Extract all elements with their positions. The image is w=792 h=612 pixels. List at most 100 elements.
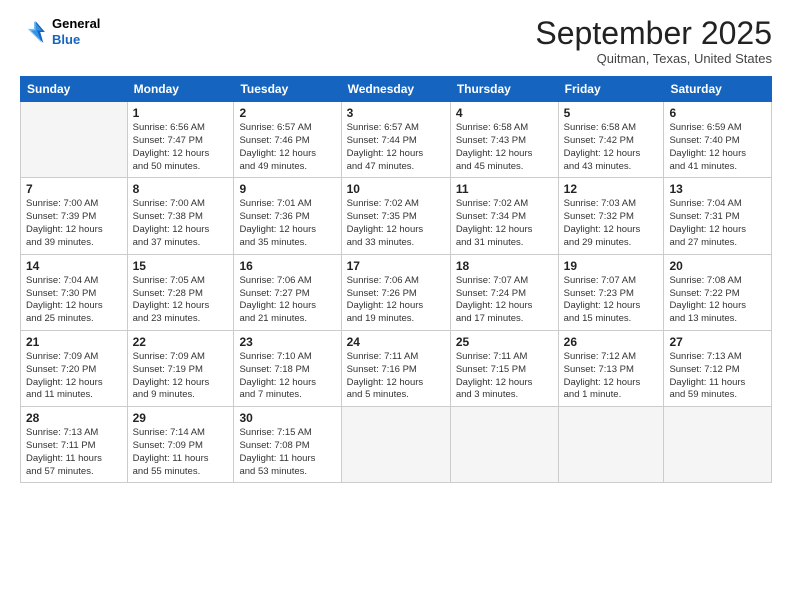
- header-monday: Monday: [127, 77, 234, 102]
- day-number: 7: [26, 182, 122, 196]
- day-number: 13: [669, 182, 766, 196]
- day-info: Sunrise: 7:08 AMSunset: 7:22 PMDaylight:…: [669, 275, 766, 326]
- table-row: 22 Sunrise: 7:09 AMSunset: 7:19 PMDayligh…: [127, 330, 234, 406]
- day-number: 27: [669, 335, 766, 349]
- table-row: 11 Sunrise: 7:02 AMSunset: 7:34 PMDayligh…: [450, 178, 558, 254]
- table-row: 17Sunrise: 7:06 AMSunset: 7:26 PMDayligh…: [341, 254, 450, 330]
- day-number: 28: [26, 411, 122, 425]
- table-row: 7Sunrise: 7:00 AMSunset: 7:39 PMDaylight…: [21, 178, 128, 254]
- day-info: Sunrise: 7:00 AMSunset: 7:38 PMDaylight:…: [133, 198, 229, 249]
- day-number: 1: [133, 106, 229, 120]
- day-number: 17: [347, 259, 445, 273]
- table-row: 8Sunrise: 7:00 AMSunset: 7:38 PMDaylight…: [127, 178, 234, 254]
- header-saturday: Saturday: [664, 77, 772, 102]
- table-row: 15Sunrise: 7:05 AMSunset: 7:28 PMDayligh…: [127, 254, 234, 330]
- day-info: Sunrise: 7:10 AMSunset: 7:18 PMDaylight:…: [239, 351, 335, 402]
- day-number: 29: [133, 411, 229, 425]
- table-row: [558, 407, 664, 483]
- table-row: 30 Sunrise: 7:15 AMSunset: 7:08 PMDayligh…: [234, 407, 341, 483]
- header-wednesday: Wednesday: [341, 77, 450, 102]
- month-title: September 2025: [535, 16, 772, 51]
- table-row: 14 Sunrise: 7:04 AMSunset: 7:30 PMDayligh…: [21, 254, 128, 330]
- day-number: 14: [26, 259, 122, 273]
- header-friday: Friday: [558, 77, 664, 102]
- day-info: Sunrise: 7:13 AMSunset: 7:12 PMDaylight:…: [669, 351, 766, 402]
- day-info: Sunrise: 7:13 AMSunset: 7:11 PMDaylight:…: [26, 427, 122, 478]
- table-row: 23 Sunrise: 7:10 AMSunset: 7:18 PMDayligh…: [234, 330, 341, 406]
- day-info: Sunrise: 7:15 AMSunset: 7:08 PMDaylight:…: [239, 427, 335, 478]
- calendar-table: Sunday Monday Tuesday Wednesday Thursday…: [20, 76, 772, 483]
- title-block: September 2025 Quitman, Texas, United St…: [535, 16, 772, 66]
- header-thursday: Thursday: [450, 77, 558, 102]
- day-number: 12: [564, 182, 659, 196]
- day-number: 4: [456, 106, 553, 120]
- day-info: Sunrise: 7:06 AMSunset: 7:27 PMDaylight:…: [239, 275, 335, 326]
- day-number: 6: [669, 106, 766, 120]
- table-row: 26 Sunrise: 7:12 AMSunset: 7:13 PMDayligh…: [558, 330, 664, 406]
- table-row: [21, 102, 128, 178]
- day-number: 2: [239, 106, 335, 120]
- table-row: 21 Sunrise: 7:09 AMSunset: 7:20 PMDayligh…: [21, 330, 128, 406]
- day-number: 23: [239, 335, 335, 349]
- day-info: Sunrise: 7:11 AMSunset: 7:16 PMDaylight:…: [347, 351, 445, 402]
- day-number: 15: [133, 259, 229, 273]
- calendar-week-row: 1 Sunrise: 6:56 AMSunset: 7:47 PMDaylight…: [21, 102, 772, 178]
- table-row: 12 Sunrise: 7:03 AMSunset: 7:32 PMDayligh…: [558, 178, 664, 254]
- header-tuesday: Tuesday: [234, 77, 341, 102]
- table-row: 3Sunrise: 6:57 AMSunset: 7:44 PMDaylight…: [341, 102, 450, 178]
- table-row: 20 Sunrise: 7:08 AMSunset: 7:22 PMDayligh…: [664, 254, 772, 330]
- calendar-header-row: Sunday Monday Tuesday Wednesday Thursday…: [21, 77, 772, 102]
- table-row: 1 Sunrise: 6:56 AMSunset: 7:47 PMDaylight…: [127, 102, 234, 178]
- day-number: 10: [347, 182, 445, 196]
- logo-icon: [20, 18, 48, 46]
- day-info: Sunrise: 7:07 AMSunset: 7:23 PMDaylight:…: [564, 275, 659, 326]
- table-row: 5 Sunrise: 6:58 AMSunset: 7:42 PMDaylight…: [558, 102, 664, 178]
- day-info: Sunrise: 7:02 AMSunset: 7:34 PMDaylight:…: [456, 198, 553, 249]
- table-row: 24 Sunrise: 7:11 AMSunset: 7:16 PMDayligh…: [341, 330, 450, 406]
- day-info: Sunrise: 6:58 AMSunset: 7:42 PMDaylight:…: [564, 122, 659, 173]
- day-info: Sunrise: 7:01 AMSunset: 7:36 PMDaylight:…: [239, 198, 335, 249]
- day-info: Sunrise: 7:14 AMSunset: 7:09 PMDaylight:…: [133, 427, 229, 478]
- calendar-week-row: 14 Sunrise: 7:04 AMSunset: 7:30 PMDayligh…: [21, 254, 772, 330]
- table-row: 18 Sunrise: 7:07 AMSunset: 7:24 PMDayligh…: [450, 254, 558, 330]
- table-row: [341, 407, 450, 483]
- day-info: Sunrise: 7:12 AMSunset: 7:13 PMDaylight:…: [564, 351, 659, 402]
- table-row: 6 Sunrise: 6:59 AMSunset: 7:40 PMDaylight…: [664, 102, 772, 178]
- day-info: Sunrise: 7:09 AMSunset: 7:20 PMDaylight:…: [26, 351, 122, 402]
- day-info: Sunrise: 7:09 AMSunset: 7:19 PMDaylight:…: [133, 351, 229, 402]
- table-row: [450, 407, 558, 483]
- day-info: Sunrise: 7:04 AMSunset: 7:31 PMDaylight:…: [669, 198, 766, 249]
- table-row: 25Sunrise: 7:11 AMSunset: 7:15 PMDayligh…: [450, 330, 558, 406]
- day-info: Sunrise: 6:57 AMSunset: 7:46 PMDaylight:…: [239, 122, 335, 173]
- day-info: Sunrise: 6:59 AMSunset: 7:40 PMDaylight:…: [669, 122, 766, 173]
- logo: General Blue: [20, 16, 100, 47]
- header-sunday: Sunday: [21, 77, 128, 102]
- day-info: Sunrise: 7:02 AMSunset: 7:35 PMDaylight:…: [347, 198, 445, 249]
- table-row: 28 Sunrise: 7:13 AMSunset: 7:11 PMDayligh…: [21, 407, 128, 483]
- day-number: 30: [239, 411, 335, 425]
- table-row: 9 Sunrise: 7:01 AMSunset: 7:36 PMDaylight…: [234, 178, 341, 254]
- table-row: 4 Sunrise: 6:58 AMSunset: 7:43 PMDaylight…: [450, 102, 558, 178]
- day-number: 9: [239, 182, 335, 196]
- calendar-week-row: 7Sunrise: 7:00 AMSunset: 7:39 PMDaylight…: [21, 178, 772, 254]
- day-number: 20: [669, 259, 766, 273]
- day-info: Sunrise: 7:04 AMSunset: 7:30 PMDaylight:…: [26, 275, 122, 326]
- day-number: 24: [347, 335, 445, 349]
- day-number: 5: [564, 106, 659, 120]
- day-info: Sunrise: 7:03 AMSunset: 7:32 PMDaylight:…: [564, 198, 659, 249]
- day-info: Sunrise: 7:07 AMSunset: 7:24 PMDaylight:…: [456, 275, 553, 326]
- day-number: 3: [347, 106, 445, 120]
- day-number: 22: [133, 335, 229, 349]
- day-number: 21: [26, 335, 122, 349]
- page-header: General Blue September 2025 Quitman, Tex…: [20, 16, 772, 66]
- day-number: 25: [456, 335, 553, 349]
- table-row: 16 Sunrise: 7:06 AMSunset: 7:27 PMDayligh…: [234, 254, 341, 330]
- day-number: 19: [564, 259, 659, 273]
- day-number: 11: [456, 182, 553, 196]
- day-number: 16: [239, 259, 335, 273]
- day-info: Sunrise: 6:58 AMSunset: 7:43 PMDaylight:…: [456, 122, 553, 173]
- day-info: Sunrise: 6:56 AMSunset: 7:47 PMDaylight:…: [133, 122, 229, 173]
- day-number: 18: [456, 259, 553, 273]
- day-number: 26: [564, 335, 659, 349]
- location: Quitman, Texas, United States: [535, 51, 772, 66]
